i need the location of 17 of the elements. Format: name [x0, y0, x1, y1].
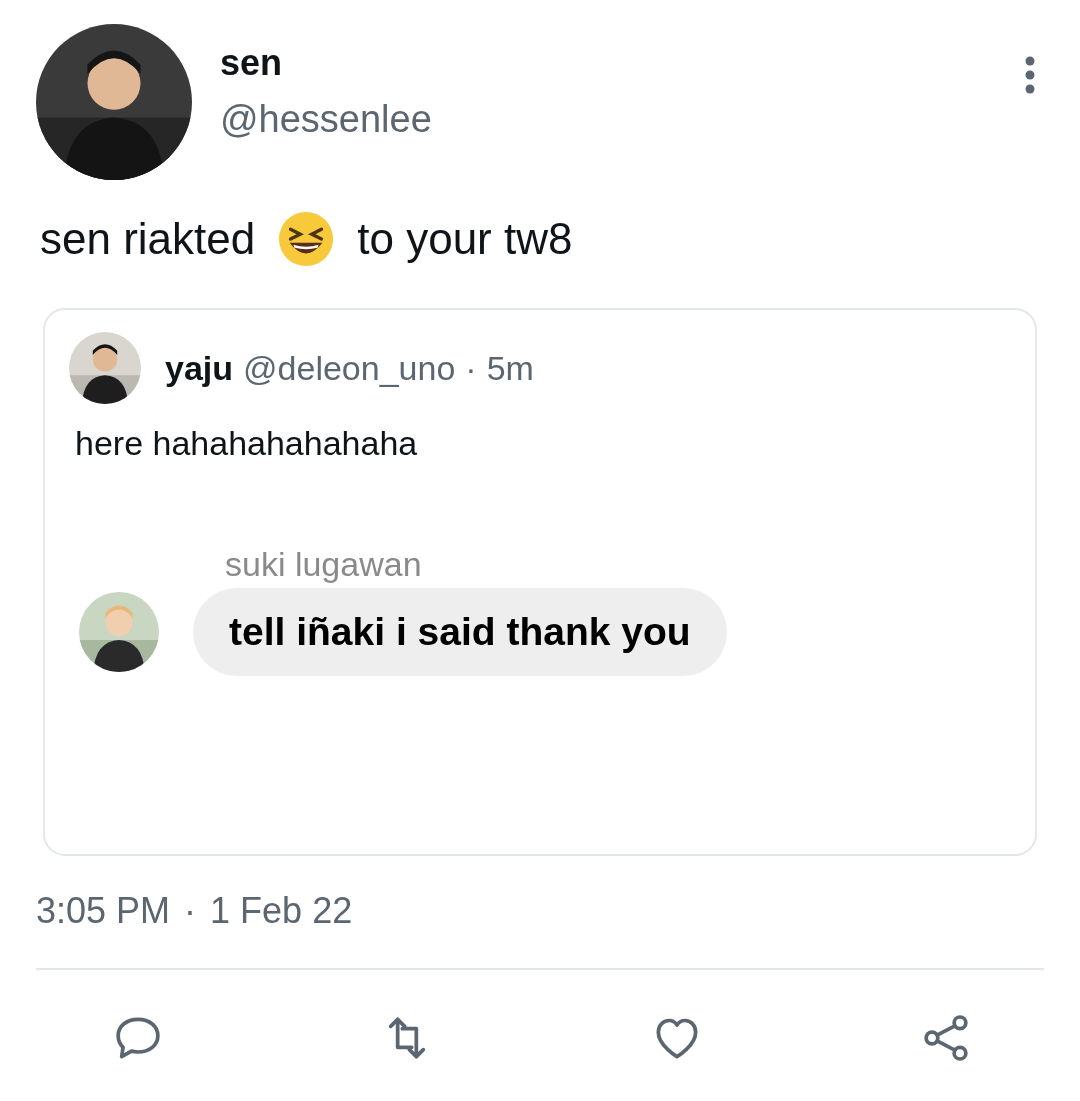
quoted-tweet-card[interactable]: yaju @deleon_uno · 5m here hahahahahahaha suki lugawan tell iñaki i said thank you — [43, 308, 1037, 856]
quoted-time: 5m — [486, 348, 534, 388]
tweet-date: 1 Feb 22 — [210, 890, 353, 932]
author-name: sen — [220, 42, 284, 84]
quoted-handle: @deleon_uno — [243, 348, 456, 388]
more-icon[interactable] — [1024, 56, 1036, 94]
tweet-time: 3:05 PM — [36, 890, 171, 932]
separator-dot: · — [465, 348, 477, 388]
quoted-name: yaju — [165, 348, 234, 388]
tweet-text: to your tw8 — [357, 214, 573, 264]
tweet-text: sen riakted — [40, 214, 256, 264]
author-handle: @hessenlee — [220, 98, 433, 141]
separator-dot: · — [184, 890, 197, 932]
quoted-text: here hahahahahahaha — [75, 424, 419, 463]
sender-name: suki lugawan — [225, 545, 423, 584]
laughing-face-icon — [277, 210, 336, 268]
message-bubble: tell iñaki i said thank you — [193, 588, 727, 676]
